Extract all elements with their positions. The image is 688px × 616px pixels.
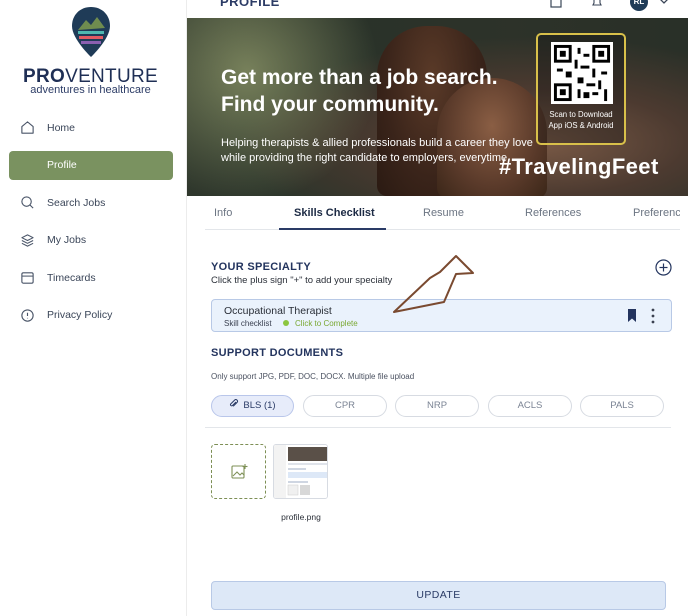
specialty-hint: Click the plus sign "+" to add your spec…: [211, 275, 393, 286]
bell-icon[interactable]: [590, 0, 604, 9]
more-options-icon[interactable]: [650, 307, 656, 325]
chip-cpr[interactable]: CPR: [303, 395, 387, 417]
sidebar-item-label: Privacy Policy: [47, 309, 113, 321]
banner-headline-line1: Get more than a job search.: [221, 66, 498, 89]
top-bar: PROFILE RL: [187, 0, 688, 18]
file-preview-image: [274, 445, 327, 498]
download-icon[interactable]: [549, 0, 563, 9]
divider: [205, 427, 671, 428]
qr-caption-line1: Scan to Download: [549, 110, 613, 119]
tab-skills-checklist[interactable]: Skills Checklist: [294, 207, 375, 219]
user-icon: [19, 157, 35, 173]
brand-tagline: adventures in healthcare: [30, 84, 151, 96]
chip-nrp[interactable]: NRP: [395, 395, 479, 417]
sidebar-item-label: Profile: [47, 159, 77, 171]
qr-download-box[interactable]: Scan to Download App iOS & Android: [536, 33, 626, 145]
complete-checklist-link[interactable]: Click to Complete: [295, 319, 358, 328]
search-icon: [19, 195, 35, 211]
qr-code-icon: [551, 42, 613, 104]
chip-pals[interactable]: PALS: [580, 395, 664, 417]
page-title: PROFILE: [220, 0, 280, 9]
qr-caption: Scan to Download App iOS & Android: [538, 109, 624, 131]
qr-caption-line2: App iOS & Android: [548, 121, 614, 130]
paperclip-icon: [230, 399, 239, 407]
calendar-icon: [19, 270, 35, 286]
active-tab-indicator: [279, 228, 386, 230]
annotation-arrow-icon: [393, 255, 474, 313]
documents-hint: Only support JPG, PDF, DOC, DOCX. Multip…: [211, 372, 415, 381]
sidebar-item-search-jobs[interactable]: Search Jobs: [9, 188, 173, 217]
specialty-name: Occupational Therapist: [224, 305, 332, 317]
banner-headline-line2: Find your community.: [221, 93, 439, 116]
update-button[interactable]: UPDATE: [211, 581, 666, 610]
upload-file-button[interactable]: [211, 444, 266, 499]
app-root: PROVENTURE adventures in healthcare Home…: [0, 0, 688, 616]
chip-bls[interactable]: BLS (1): [211, 395, 294, 417]
sidebar-nav: Home Profile Search Jobs My Jobs Timecar…: [9, 113, 173, 338]
tab-resume[interactable]: Resume: [423, 207, 464, 219]
sidebar-item-label: Search Jobs: [47, 196, 106, 209]
sidebar-item-profile[interactable]: Profile: [9, 150, 173, 180]
add-image-icon: [231, 464, 248, 479]
specialty-sub-label: Skill checklist: [224, 319, 272, 328]
sidebar-item-my-jobs[interactable]: My Jobs: [9, 226, 173, 255]
tab-info[interactable]: Info: [214, 207, 232, 219]
sidebar-item-home[interactable]: Home: [9, 113, 173, 142]
sidebar: PROVENTURE adventures in healthcare Home…: [0, 0, 187, 616]
tab-preferences[interactable]: Preferences: [633, 207, 680, 219]
file-name: profile.png: [281, 512, 321, 522]
sidebar-item-label: Timecards: [47, 271, 96, 284]
specialty-section-title: YOUR SPECIALTY: [211, 261, 311, 273]
sidebar-item-label: My Jobs: [47, 234, 87, 246]
sidebar-item-privacy-policy[interactable]: Privacy Policy: [9, 301, 173, 330]
chevron-down-icon[interactable]: [657, 0, 671, 9]
document-thumbnail[interactable]: [273, 444, 328, 499]
chip-label: BLS (1): [243, 400, 276, 411]
chip-acls[interactable]: ACLS: [488, 395, 572, 417]
profile-tabs: Info Skills Checklist Resume References …: [205, 200, 680, 230]
bookmark-icon[interactable]: [627, 309, 637, 322]
banner-hashtag: #TravelingFeet: [499, 154, 659, 179]
status-dot: [283, 320, 289, 326]
hero-banner: Get more than a job search. Find your co…: [187, 18, 688, 196]
documents-section-title: SUPPORT DOCUMENTS: [211, 347, 344, 359]
logo-pin-icon: [72, 7, 110, 57]
banner-headline: Get more than a job search. Find your co…: [221, 64, 541, 118]
sidebar-item-timecards[interactable]: Timecards: [9, 263, 173, 292]
banner-subtext: Helping therapists & allied professional…: [221, 137, 533, 164]
layers-icon: [19, 232, 35, 248]
shield-icon: [19, 307, 35, 323]
avatar[interactable]: RL: [630, 0, 648, 11]
document-type-chips: BLS (1) CPR NRP ACLS PALS: [211, 395, 671, 417]
add-specialty-button[interactable]: [655, 259, 672, 276]
tab-references[interactable]: References: [525, 207, 581, 219]
home-icon: [19, 120, 35, 136]
sidebar-item-label: Home: [47, 121, 76, 134]
